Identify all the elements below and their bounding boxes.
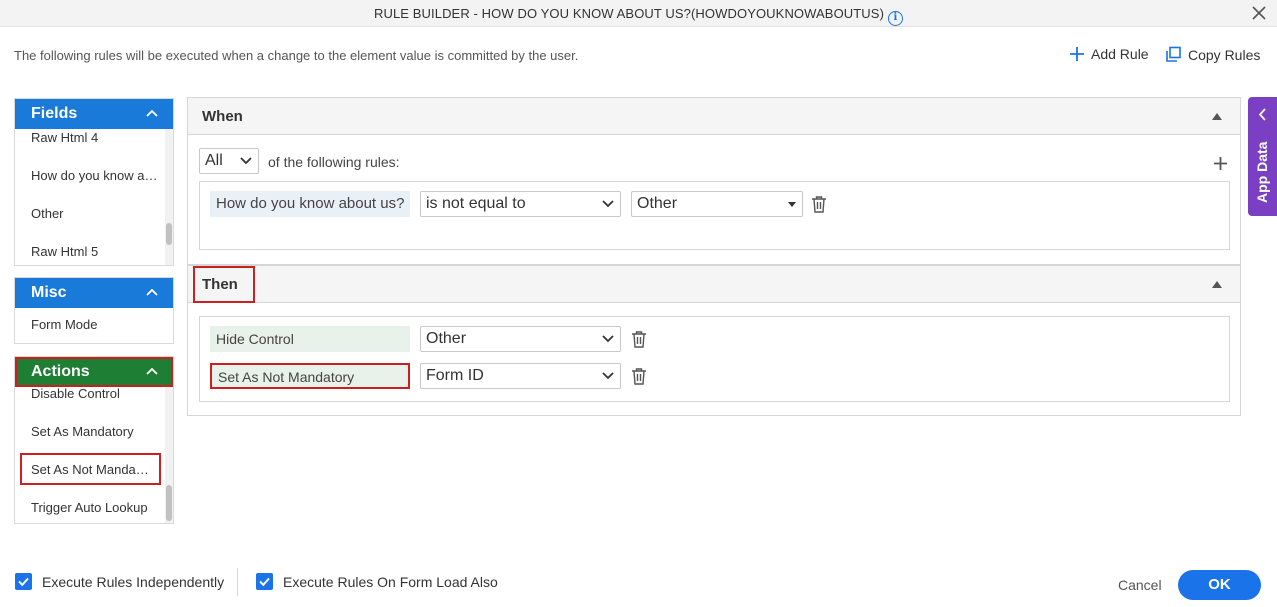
condition-value-select[interactable]: Other bbox=[631, 191, 803, 217]
misc-panel-title: Misc bbox=[31, 284, 67, 301]
chevron-down-icon bbox=[602, 372, 614, 380]
fields-item-other[interactable]: Other bbox=[15, 195, 163, 233]
fields-panel-header[interactable]: Fields bbox=[15, 99, 173, 129]
then-target-1-select[interactable]: Other bbox=[420, 326, 621, 352]
condition-field[interactable]: How do you know about us? bbox=[210, 191, 410, 217]
chevron-up-icon[interactable] bbox=[145, 287, 159, 297]
chevron-down-icon bbox=[240, 157, 252, 165]
copy-icon bbox=[1166, 46, 1181, 62]
trash-icon[interactable] bbox=[811, 195, 827, 213]
when-header[interactable]: When bbox=[188, 98, 1240, 135]
condition-operator-value: is not equal to bbox=[426, 195, 526, 212]
actions-panel-header[interactable]: Actions bbox=[15, 357, 173, 387]
actions-item-trigger-auto-lookup[interactable]: Trigger Auto Lookup bbox=[15, 489, 163, 527]
fields-item-how-do-you-know[interactable]: How do you know about us? bbox=[15, 157, 163, 195]
then-label: Then bbox=[202, 276, 238, 293]
fields-panel: Fields Raw Html 4 How do you know about … bbox=[14, 98, 174, 266]
when-section: When All of the following rules: How do … bbox=[187, 97, 1241, 265]
actions-panel: Actions Disable Control Set As Mandatory… bbox=[14, 356, 174, 524]
execute-independently-label: Execute Rules Independently bbox=[42, 573, 225, 590]
actions-item-set-as-not-mandatory-label: Set As Not Mandatory bbox=[31, 462, 149, 477]
quantifier-value: All bbox=[205, 152, 223, 169]
title-bar: RULE BUILDER - HOW DO YOU KNOW ABOUT US?… bbox=[0, 0, 1277, 27]
info-icon[interactable]: i bbox=[888, 11, 903, 26]
actions-scroll-thumb[interactable] bbox=[166, 485, 172, 521]
then-target-2-value: Form ID bbox=[426, 367, 484, 384]
actions-item-set-as-mandatory[interactable]: Set As Mandatory bbox=[15, 413, 163, 451]
add-rule-label: Add Rule bbox=[1091, 46, 1149, 62]
copy-rules-button[interactable]: Copy Rules bbox=[1165, 46, 1260, 63]
execute-on-load-label: Execute Rules On Form Load Also bbox=[283, 573, 498, 590]
footer-divider bbox=[237, 568, 238, 596]
misc-panel: Misc Form Mode bbox=[14, 277, 174, 344]
dialog-title: RULE BUILDER - HOW DO YOU KNOW ABOUT US?… bbox=[0, 6, 1277, 26]
quantifier-suffix: of the following rules: bbox=[268, 154, 400, 170]
fields-scroll-thumb[interactable] bbox=[166, 223, 172, 245]
condition-operator-select[interactable]: is not equal to bbox=[420, 191, 621, 217]
actions-panel-title: Actions bbox=[31, 363, 90, 380]
then-section: Then Hide Control Other Set As Not Manda… bbox=[187, 265, 1241, 416]
trash-icon[interactable] bbox=[631, 367, 647, 385]
chevron-down-icon bbox=[602, 335, 614, 343]
actions-box: Hide Control Other Set As Not Mandatory … bbox=[199, 316, 1230, 402]
then-header[interactable]: Then bbox=[188, 266, 1240, 303]
checkbox-checked-icon[interactable] bbox=[15, 573, 32, 590]
rules-description: The following rules will be executed whe… bbox=[14, 48, 579, 63]
misc-item-form-mode[interactable]: Form Mode bbox=[15, 308, 163, 342]
dialog-title-text: RULE BUILDER - HOW DO YOU KNOW ABOUT US?… bbox=[373, 6, 884, 21]
when-label: When bbox=[202, 108, 243, 125]
app-data-tab[interactable]: App Data bbox=[1248, 97, 1277, 216]
then-target-2-select[interactable]: Form ID bbox=[420, 363, 621, 389]
chevron-up-icon[interactable] bbox=[145, 366, 159, 376]
ok-button[interactable]: OK bbox=[1178, 570, 1261, 600]
chevron-down-icon bbox=[602, 200, 614, 208]
execute-on-load-checkbox[interactable]: Execute Rules On Form Load Also bbox=[256, 573, 498, 590]
copy-rules-label: Copy Rules bbox=[1188, 46, 1261, 63]
then-action-2[interactable]: Set As Not Mandatory bbox=[210, 363, 410, 389]
add-condition-plus-icon[interactable] bbox=[1213, 156, 1228, 171]
condition-box: How do you know about us? is not equal t… bbox=[199, 181, 1230, 250]
execute-independently-checkbox[interactable]: Execute Rules Independently bbox=[15, 573, 224, 590]
caret-down-icon bbox=[788, 202, 796, 207]
cancel-button[interactable]: Cancel bbox=[1118, 577, 1162, 593]
collapse-triangle-icon[interactable] bbox=[1212, 281, 1222, 288]
misc-panel-header[interactable]: Misc bbox=[15, 278, 173, 308]
fields-item-raw-html-5[interactable]: Raw Html 5 bbox=[15, 233, 163, 271]
condition-value: Other bbox=[637, 195, 678, 212]
then-target-1-value: Other bbox=[426, 330, 467, 347]
quantifier-select[interactable]: All bbox=[199, 148, 259, 174]
chevron-left-icon[interactable] bbox=[1258, 108, 1267, 121]
trash-icon[interactable] bbox=[631, 330, 647, 348]
plus-icon bbox=[1070, 47, 1084, 61]
checkbox-checked-icon[interactable] bbox=[256, 573, 273, 590]
then-action-1[interactable]: Hide Control bbox=[210, 326, 410, 352]
close-icon[interactable] bbox=[1251, 5, 1267, 21]
collapse-triangle-icon[interactable] bbox=[1212, 113, 1222, 120]
fields-panel-title: Fields bbox=[31, 105, 78, 122]
app-data-label: App Data bbox=[1254, 141, 1270, 203]
chevron-up-icon[interactable] bbox=[145, 108, 159, 118]
add-rule-button[interactable]: Add Rule bbox=[1069, 46, 1149, 62]
actions-item-set-as-not-mandatory[interactable]: Set As Not Mandatory bbox=[15, 451, 163, 489]
